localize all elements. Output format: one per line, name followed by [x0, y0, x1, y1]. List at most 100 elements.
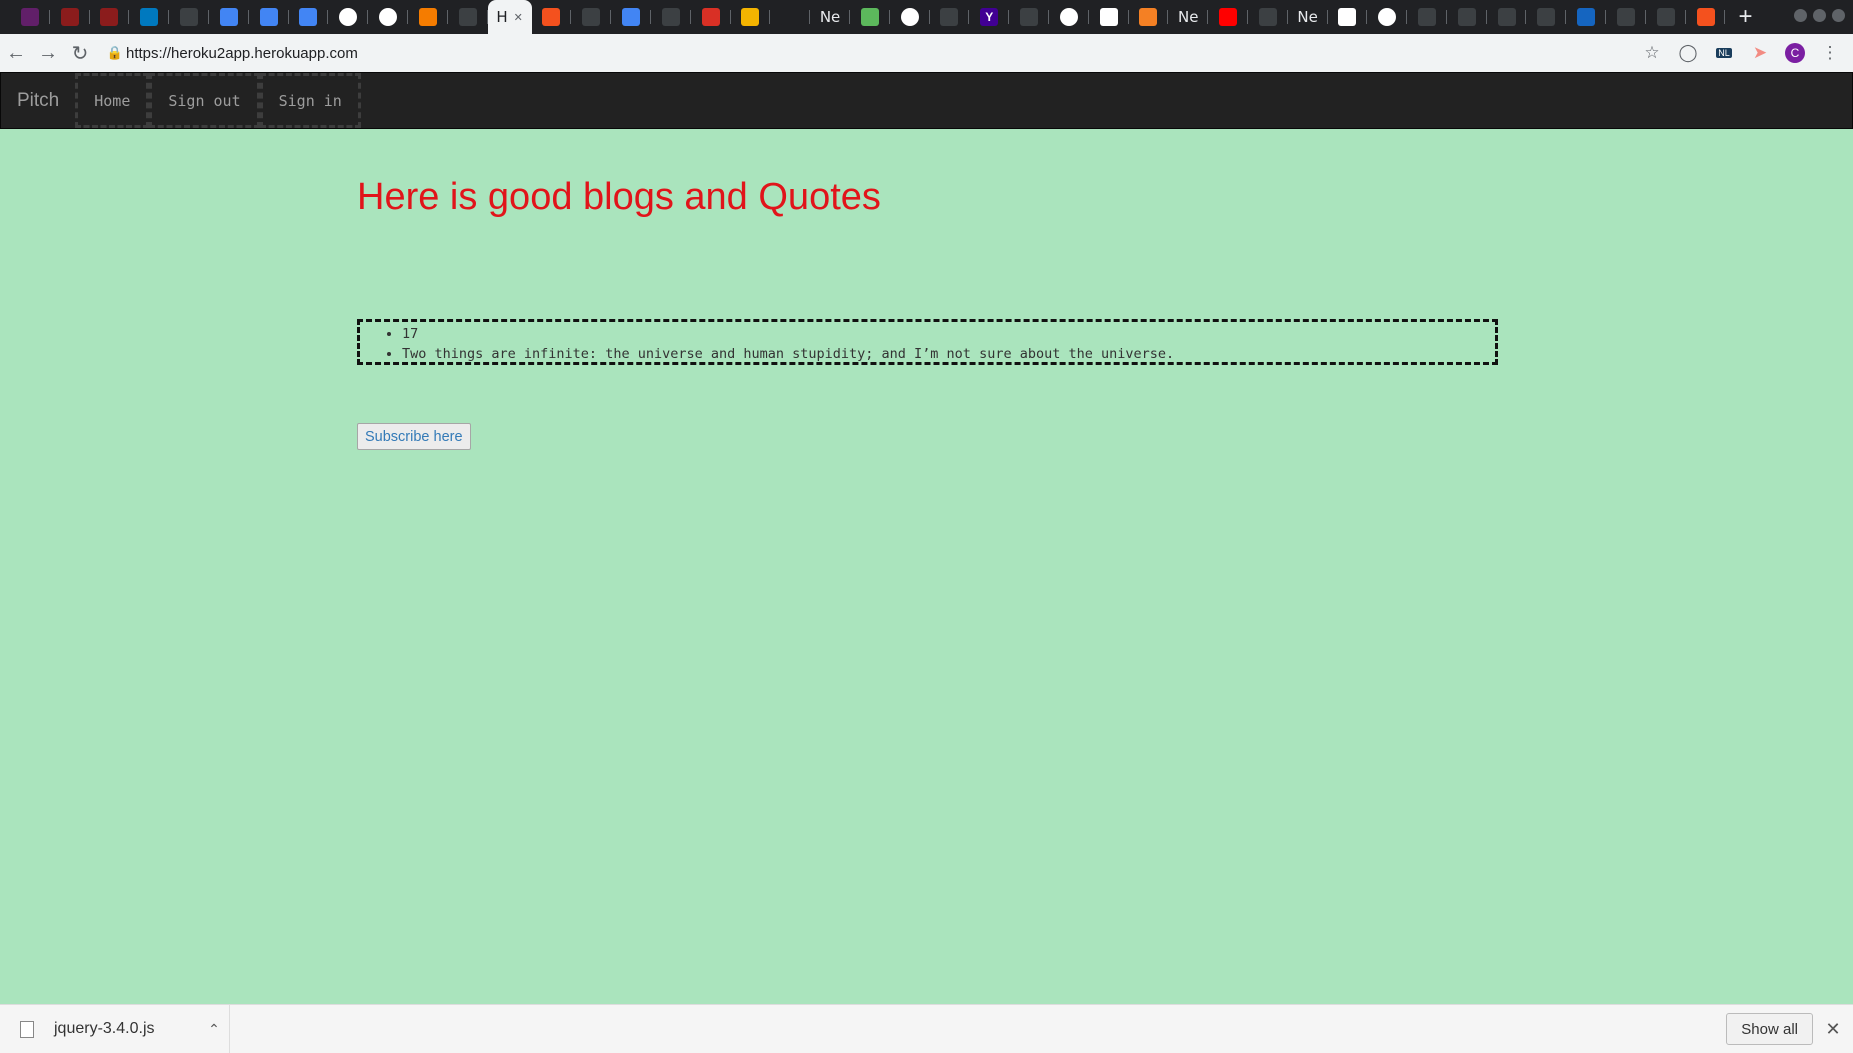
browser-tab[interactable]	[1566, 0, 1606, 34]
active-tab-icon: H	[496, 8, 508, 26]
blank-icon	[1020, 8, 1039, 26]
subscribe-button[interactable]: Subscribe here	[357, 423, 471, 450]
browser-tab[interactable]	[691, 0, 731, 34]
browser-tab[interactable]	[1089, 0, 1129, 34]
browser-tab[interactable]	[1208, 0, 1248, 34]
docs-icon	[622, 8, 641, 26]
browser-tab[interactable]	[1686, 0, 1726, 34]
blank-icon	[1537, 8, 1556, 26]
quote-list: 17 Two things are infinite: the universe…	[357, 319, 1498, 365]
close-tab-icon[interactable]: ✕	[514, 11, 523, 24]
browser-tab[interactable]	[1606, 0, 1646, 34]
download-item[interactable]: jquery-3.4.0.js ⌃	[0, 1004, 230, 1053]
back-icon[interactable]: ←	[0, 37, 32, 69]
profile-avatar[interactable]: C	[1785, 43, 1805, 63]
browser-tab[interactable]	[571, 0, 611, 34]
green-app-icon	[860, 8, 879, 26]
browser-tab[interactable]	[1248, 0, 1288, 34]
browser-tab[interactable]	[930, 0, 970, 34]
browser-tab[interactable]	[532, 0, 572, 34]
toolbar-actions: ☆ ◯ NL ➤ C ⋮	[1641, 42, 1853, 64]
browser-tab[interactable]	[448, 0, 488, 34]
nav-link-sign-in[interactable]: Sign in	[259, 73, 361, 128]
browser-tab[interactable]	[770, 0, 810, 34]
new-tab-icon: Ne	[1177, 8, 1199, 26]
browser-tab[interactable]	[1367, 0, 1407, 34]
browser-tab[interactable]	[209, 0, 249, 34]
browser-tab[interactable]	[611, 0, 651, 34]
new-tab-icon: Ne	[1297, 8, 1318, 26]
show-all-button[interactable]: Show all	[1726, 1013, 1813, 1045]
browser-tab[interactable]: Ne	[1168, 0, 1208, 34]
browser-tab[interactable]	[10, 0, 50, 34]
new-tab-icon: Ne	[819, 8, 841, 26]
maximize-icon[interactable]	[1813, 9, 1826, 22]
red-app-icon	[100, 8, 119, 26]
window-controls	[1794, 9, 1845, 22]
browser-tab[interactable]	[408, 0, 448, 34]
page-headline: Here is good blogs and Quotes	[357, 176, 881, 218]
reload-icon[interactable]: ↻	[64, 37, 96, 69]
blank-icon	[1417, 8, 1436, 26]
browser-tab[interactable]	[1049, 0, 1089, 34]
menu-kebab-icon[interactable]: ⋮	[1819, 42, 1841, 64]
google-icon	[339, 8, 358, 26]
browser-tab[interactable]	[1009, 0, 1049, 34]
browser-tab[interactable]: Y	[969, 0, 1009, 34]
new-tab-button[interactable]: +	[1725, 0, 1765, 34]
youtube-icon	[1219, 8, 1237, 26]
bookmark-star-icon[interactable]: ☆	[1641, 42, 1663, 64]
browser-tab[interactable]	[651, 0, 691, 34]
browser-tab[interactable]	[1487, 0, 1527, 34]
chevron-up-icon[interactable]: ⌃	[199, 1021, 229, 1038]
blank-icon	[1457, 8, 1476, 26]
docs-icon	[259, 8, 278, 26]
forward-icon[interactable]: →	[32, 37, 64, 69]
minimize-icon[interactable]	[1794, 9, 1807, 22]
browser-tab[interactable]: H ✕	[487, 0, 532, 34]
trello-icon	[140, 8, 159, 26]
edge-icon	[1577, 8, 1596, 26]
browser-tab[interactable]	[1646, 0, 1686, 34]
extension-icon[interactable]: ◯	[1677, 42, 1699, 64]
blank-icon	[1497, 8, 1516, 26]
slack-icon	[20, 8, 39, 26]
address-bar[interactable]: 🔒 https://heroku2app.herokuapp.com	[104, 38, 1594, 68]
nav-link-home[interactable]: Home	[75, 73, 150, 128]
navbar-brand[interactable]: Pitch	[1, 90, 75, 112]
github-icon	[781, 8, 800, 26]
lock-icon: 🔒	[106, 45, 124, 60]
docs-icon	[299, 8, 318, 26]
close-window-icon[interactable]	[1832, 9, 1845, 22]
browser-tab[interactable]	[169, 0, 209, 34]
translate-extension-icon[interactable]: NL	[1713, 42, 1735, 64]
close-icon[interactable]: ✕	[1813, 1019, 1853, 1040]
reload-orange-icon	[542, 8, 561, 26]
browser-tab[interactable]	[249, 0, 289, 34]
browser-tab[interactable]	[1407, 0, 1447, 34]
browser-tab[interactable]	[289, 0, 329, 34]
browser-tab[interactable]	[90, 0, 130, 34]
blank-icon	[661, 8, 680, 26]
docs-icon	[219, 8, 238, 26]
browser-tab[interactable]	[50, 0, 90, 34]
google-icon	[1378, 8, 1397, 26]
browser-tab[interactable]	[1447, 0, 1487, 34]
browser-tab[interactable]	[731, 0, 771, 34]
browser-tab[interactable]	[1328, 0, 1368, 34]
slides-icon	[741, 8, 760, 26]
red-app-icon	[60, 8, 79, 26]
windows-icon	[1338, 8, 1357, 26]
google-icon	[1059, 8, 1078, 26]
browser-tab[interactable]	[129, 0, 169, 34]
browser-tab[interactable]	[1526, 0, 1567, 34]
browser-tab[interactable]	[1129, 0, 1169, 34]
browser-tab[interactable]	[890, 0, 930, 34]
browser-tab[interactable]: Ne	[1288, 0, 1328, 34]
browser-tab[interactable]	[368, 0, 408, 34]
pink-extension-icon[interactable]: ➤	[1749, 42, 1771, 64]
browser-tab[interactable]	[850, 0, 890, 34]
browser-tab[interactable]: Ne	[810, 0, 850, 34]
nav-link-sign-out[interactable]: Sign out	[149, 73, 260, 128]
browser-tab[interactable]	[328, 0, 368, 34]
